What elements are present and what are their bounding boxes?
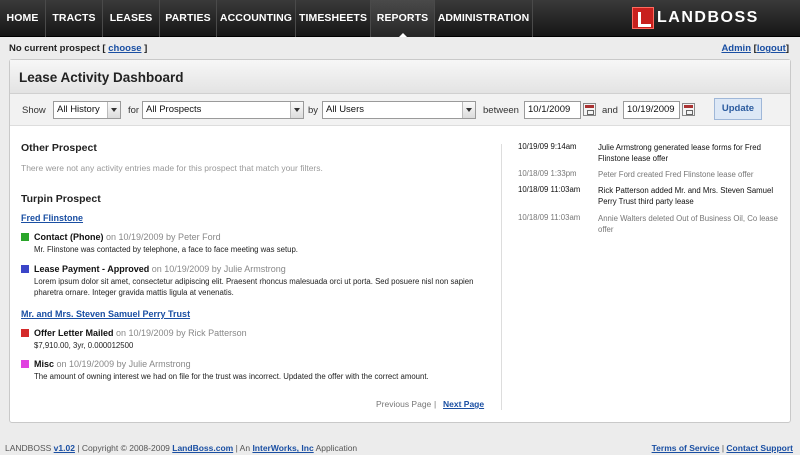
entry-title-line: Contact (Phone) on 10/19/2009 by Peter F…	[34, 232, 221, 242]
active-caret-icon	[398, 33, 407, 37]
chevron-down-icon	[290, 102, 303, 118]
blue-square-icon	[21, 265, 29, 273]
logo-mark-icon	[632, 7, 654, 29]
turpin-prospect-heading: Turpin Prospect	[21, 193, 101, 205]
page-title: Lease Activity Dashboard	[19, 70, 184, 85]
footer-brand: LANDBOSS	[5, 443, 52, 453]
activity-text: Peter Ford created Fred Flinstone lease …	[598, 170, 754, 179]
nav-home[interactable]: HOME	[0, 0, 46, 37]
chevron-down-icon	[462, 102, 475, 118]
entry-meta: on 10/19/2009 by Julie Armstrong	[54, 359, 191, 369]
for-label: for	[128, 105, 140, 116]
logo-text: LANDBOSS	[657, 9, 759, 26]
choose-prospect-link[interactable]: choose	[108, 43, 141, 54]
prospect-label: No current prospect [	[9, 43, 106, 54]
footer: LANDBOSS v1.02 | Copyright © 2008-2009 L…	[5, 443, 357, 453]
by-label: by	[308, 105, 319, 116]
activity-text: Rick Patterson added Mr. and Mrs. Steven…	[598, 186, 774, 206]
panel-header: Lease Activity Dashboard	[10, 60, 790, 94]
end-date-input[interactable]: 10/19/2009	[623, 101, 680, 119]
nav-parties[interactable]: PARTIES	[160, 0, 217, 37]
entry-body: $7,910.00, 3yr, 0.000012500	[34, 341, 134, 350]
nav-administration[interactable]: ADMINISTRATION	[435, 0, 533, 37]
site-link[interactable]: LandBoss.com	[172, 443, 233, 453]
show-select[interactable]: All History	[53, 101, 121, 119]
red-square-icon	[21, 329, 29, 337]
entry-title: Contact (Phone)	[34, 232, 104, 242]
filter-bar: Show All History for All Prospects by Al…	[10, 94, 790, 126]
green-square-icon	[21, 233, 29, 241]
entry-body: Lorem ipsum dolor sit amet, consectetur …	[34, 277, 474, 297]
entry-title-line: Lease Payment - Approved on 10/19/2009 b…	[34, 264, 286, 274]
user-select[interactable]: All Users	[322, 101, 476, 119]
column-divider	[501, 144, 502, 410]
entry-title: Misc	[34, 359, 55, 369]
show-label: Show	[22, 105, 46, 116]
entry-body: The amount of owning interest we had on …	[34, 372, 429, 381]
activity-date: 10/19/09 9:14am	[518, 142, 577, 151]
activity-text: Julie Armstrong generated lease forms fo…	[598, 143, 761, 163]
nav-leases[interactable]: LEASES	[103, 0, 160, 37]
entry-body: Mr. Flinstone was contacted by telephone…	[34, 245, 298, 254]
version-link[interactable]: v1.02	[54, 443, 75, 453]
nav-tracts[interactable]: TRACTS	[46, 0, 103, 37]
magenta-square-icon	[21, 360, 29, 368]
nav-reports-label: REPORTS	[376, 12, 429, 24]
entry-meta: on 10/19/2009 by Rick Patterson	[113, 328, 247, 338]
show-select-value: All History	[57, 104, 100, 115]
nav-timesheets[interactable]: TIMESHEETS	[296, 0, 371, 37]
terms-link[interactable]: Terms of Service	[652, 443, 720, 453]
prospect-select[interactable]: All Prospects	[142, 101, 304, 119]
party-link[interactable]: Mr. and Mrs. Steven Samuel Perry Trust	[21, 309, 190, 319]
activity-text: Annie Walters deleted Out of Business Oi…	[598, 214, 778, 234]
current-prospect: No current prospect [ choose ]	[9, 43, 147, 54]
entry-meta: on 10/19/2009 by Julie Armstrong	[149, 264, 286, 274]
entry-title-line: Offer Letter Mailed on 10/19/2009 by Ric…	[34, 328, 247, 338]
between-label: between	[483, 105, 519, 116]
other-prospect-heading: Other Prospect	[21, 142, 97, 154]
pager-separator: |	[434, 399, 437, 409]
nav-accounting[interactable]: ACCOUNTING	[217, 0, 296, 37]
next-page-link[interactable]: Next Page	[443, 399, 484, 409]
top-nav: HOME TRACTS LEASES PARTIES ACCOUNTING TI…	[0, 0, 800, 37]
activity-date: 10/18/09 11:03am	[518, 213, 581, 222]
footer-an: | An	[233, 443, 253, 453]
chevron-down-icon	[107, 102, 120, 118]
logout-link[interactable]: logout	[757, 43, 786, 54]
entry-title: Lease Payment - Approved	[34, 264, 150, 274]
footer-copyright: | Copyright © 2008-2009	[74, 443, 173, 453]
activity-date: 10/18/09 1:33pm	[518, 169, 577, 178]
start-date-input[interactable]: 10/1/2009	[524, 101, 581, 119]
admin-link[interactable]: Admin	[721, 43, 751, 54]
activity-date: 10/18/09 11:03am	[518, 185, 581, 194]
previous-page-link[interactable]: Previous Page	[376, 399, 431, 409]
dashboard-panel: Lease Activity Dashboard Show All Histor…	[9, 59, 791, 423]
prospect-close: ]	[144, 43, 148, 54]
nav-reports[interactable]: REPORTS	[371, 0, 435, 37]
bracket-close: ]	[785, 43, 789, 54]
calendar-icon[interactable]	[682, 103, 695, 116]
user-links: Admin [logout]	[721, 43, 789, 54]
no-entries-note: There were not any activity entries made…	[21, 163, 323, 173]
user-select-value: All Users	[326, 104, 365, 115]
entry-title: Offer Letter Mailed	[34, 328, 114, 338]
party-link[interactable]: Fred Flinstone	[21, 213, 83, 223]
footer-app: Application	[313, 443, 358, 453]
prospect-select-value: All Prospects	[146, 104, 202, 115]
and-label: and	[602, 105, 618, 116]
entry-meta: on 10/19/2009 by Peter Ford	[103, 232, 221, 242]
entry-title-line: Misc on 10/19/2009 by Julie Armstrong	[34, 359, 191, 369]
company-link[interactable]: InterWorks, Inc	[252, 443, 313, 453]
calendar-icon[interactable]	[583, 103, 596, 116]
footer-links: Terms of Service | Contact Support	[652, 443, 793, 453]
support-link[interactable]: Contact Support	[726, 443, 793, 453]
update-button[interactable]: Update	[714, 98, 762, 120]
